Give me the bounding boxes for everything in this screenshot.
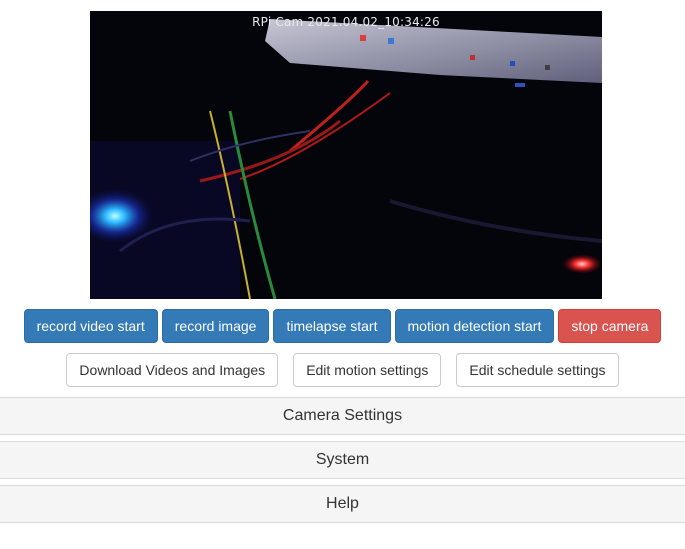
help-panel[interactable]: Help xyxy=(0,485,685,523)
record-video-start-button[interactable]: record video start xyxy=(23,309,158,343)
camera-settings-panel[interactable]: Camera Settings xyxy=(0,397,685,435)
timelapse-start-button[interactable]: timelapse start xyxy=(273,309,391,343)
camera-preview-image xyxy=(90,11,602,299)
download-videos-images-button[interactable]: Download Videos and Images xyxy=(66,353,279,387)
settings-links-toolbar: Download Videos and Images Edit motion s… xyxy=(0,353,685,387)
system-panel[interactable]: System xyxy=(0,441,685,479)
camera-preview: RPi Cam 2021.04.02_10:34:26 xyxy=(90,11,602,299)
edit-motion-settings-button[interactable]: Edit motion settings xyxy=(293,353,442,387)
camera-timestamp-overlay: RPi Cam 2021.04.02_10:34:26 xyxy=(252,15,440,29)
camera-control-toolbar: record video start record image timelaps… xyxy=(0,309,685,343)
edit-schedule-settings-button[interactable]: Edit schedule settings xyxy=(456,353,619,387)
record-image-button[interactable]: record image xyxy=(161,309,270,343)
motion-detection-start-button[interactable]: motion detection start xyxy=(394,309,555,343)
stop-camera-button[interactable]: stop camera xyxy=(558,309,662,343)
